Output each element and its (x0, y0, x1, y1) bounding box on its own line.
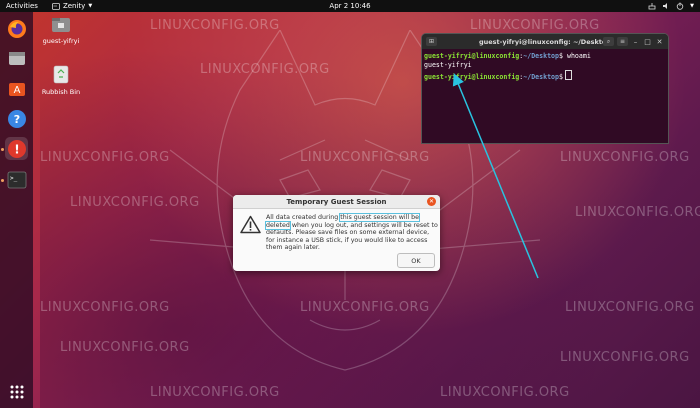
annotation-arrow (452, 73, 539, 279)
